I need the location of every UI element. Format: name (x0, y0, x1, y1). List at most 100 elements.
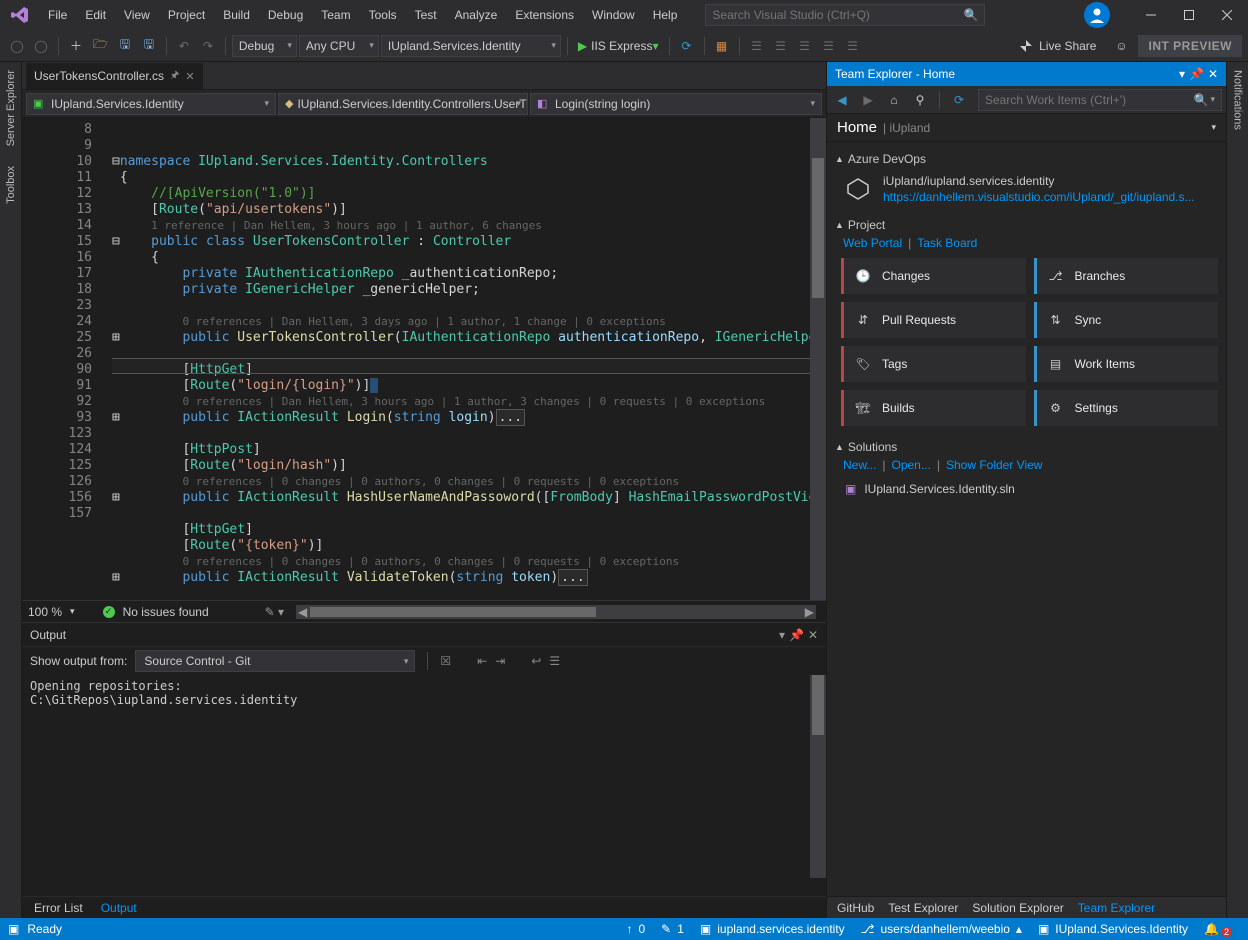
menu-view[interactable]: View (116, 4, 158, 26)
output-source-combo[interactable]: Source Control - Git (135, 650, 415, 672)
nav-class[interactable]: ◆IUpland.Services.Identity.Controllers.U… (278, 93, 528, 115)
new-item-icon[interactable]: ＋ (65, 35, 87, 57)
dropdown-icon[interactable]: ▾ (1179, 67, 1185, 81)
open-icon[interactable]: 🗁 (89, 35, 112, 57)
menu-window[interactable]: Window (584, 4, 643, 26)
menu-test[interactable]: Test (407, 4, 445, 26)
link-new[interactable]: New... (843, 458, 876, 472)
run-button[interactable]: ▶ IIS Express ▾ (574, 35, 663, 57)
close-icon[interactable]: ✕ (1208, 67, 1218, 81)
tile-tags[interactable]: 🏷Tags (841, 346, 1026, 382)
solution-item[interactable]: ▣IUpland.Services.Identity.sln (835, 478, 1218, 498)
tile-builds[interactable]: 🏗Builds (841, 390, 1026, 426)
nav-back-icon[interactable]: ◯ (6, 35, 28, 57)
forward-icon[interactable]: ▶ (857, 89, 879, 111)
tab-solution-explorer[interactable]: Solution Explorer (972, 901, 1063, 915)
repo-name[interactable]: iUpland/iupland.services.identity (883, 174, 1195, 188)
menu-debug[interactable]: Debug (260, 4, 311, 26)
save-icon[interactable]: 🖫 (114, 35, 136, 57)
section-project[interactable]: ▲Project (835, 218, 1218, 232)
redo-icon[interactable]: ↷ (197, 35, 219, 57)
te-breadcrumb[interactable]: Home | iUpland ▾ (827, 114, 1226, 142)
notifications-tab[interactable]: Notifications (1232, 70, 1244, 130)
refresh-icon[interactable]: ⟳ (948, 89, 970, 111)
outdent-icon[interactable]: ☰ (770, 35, 792, 57)
menu-help[interactable]: Help (645, 4, 686, 26)
code[interactable]: ⊟namespace IUpland.Services.Identity.Con… (112, 118, 810, 600)
pin-icon[interactable]: 📌 (789, 628, 804, 642)
link-taskboard[interactable]: Task Board (917, 236, 977, 250)
repo-url[interactable]: https://danhellem.visualstudio.com/iUpla… (883, 190, 1195, 204)
status-push[interactable]: ↑ 0 (618, 922, 653, 936)
menu-file[interactable]: File (40, 4, 75, 26)
status-notifications[interactable]: 🔔2 (1196, 921, 1240, 937)
tile-work-items[interactable]: ▤Work Items (1034, 346, 1219, 382)
section-solutions[interactable]: ▲Solutions (835, 440, 1218, 454)
liveshare-button[interactable]: Live Share (1011, 39, 1104, 53)
menu-team[interactable]: Team (313, 4, 358, 26)
config-combo[interactable]: Debug (232, 35, 297, 57)
menu-build[interactable]: Build (215, 4, 258, 26)
tab-error-list[interactable]: Error List (30, 899, 87, 917)
clear-icon[interactable]: ☒ (440, 654, 451, 668)
status-repo[interactable]: ▣ iupland.services.identity (692, 922, 853, 936)
comment-icon[interactable]: ☰ (794, 35, 816, 57)
indent-left-icon[interactable]: ⇤ (477, 654, 487, 668)
tab-test-explorer[interactable]: Test Explorer (888, 901, 958, 915)
dropdown-icon[interactable]: ▾ (779, 628, 785, 642)
toolbox-tab[interactable]: Toolbox (5, 166, 17, 204)
link-webportal[interactable]: Web Portal (843, 236, 902, 250)
status-pending[interactable]: ✎ 1 (653, 922, 692, 936)
feedback-icon[interactable]: ☺ (1110, 35, 1132, 57)
document-tab[interactable]: UserTokensController.cs 🖈 ✕ (26, 63, 203, 89)
chevron-down-icon[interactable]: ▾ (1211, 122, 1216, 133)
back-icon[interactable]: ◀ (831, 89, 853, 111)
save-all-icon[interactable]: 🖫 (138, 35, 160, 57)
global-search-input[interactable] (712, 8, 963, 22)
tile-sync[interactable]: ⇅Sync (1034, 302, 1219, 338)
tab-output[interactable]: Output (97, 899, 141, 917)
plug-icon[interactable]: ⚲ (909, 89, 931, 111)
bookmark-icon[interactable]: ☰ (842, 35, 864, 57)
maximize-button[interactable] (1172, 2, 1206, 28)
nav-project[interactable]: ▣IUpland.Services.Identity (26, 93, 276, 115)
brush-icon[interactable]: ✎ ▾ (265, 605, 284, 619)
section-azure[interactable]: ▲Azure DevOps (835, 152, 1218, 166)
minimize-button[interactable] (1134, 2, 1168, 28)
tile-branches[interactable]: ⎇Branches (1034, 258, 1219, 294)
tile-changes[interactable]: 🕒Changes (841, 258, 1026, 294)
menu-tools[interactable]: Tools (361, 4, 405, 26)
indent-icon[interactable]: ☰ (746, 35, 768, 57)
pin-icon[interactable]: 📌 (1189, 67, 1204, 81)
pin-icon[interactable]: 🖈 (170, 68, 179, 85)
tab-github[interactable]: GitHub (837, 901, 874, 915)
nav-fwd-icon[interactable]: ◯ (30, 35, 52, 57)
global-search[interactable]: 🔍 (705, 4, 985, 26)
platform-combo[interactable]: Any CPU (299, 35, 379, 57)
status-solution[interactable]: ▣ IUpland.Services.Identity (1030, 922, 1196, 936)
refresh-icon[interactable]: ⟳ (676, 35, 698, 57)
editor-scrollbar[interactable] (810, 118, 826, 600)
issues-label[interactable]: No issues found (123, 605, 209, 619)
close-tab-icon[interactable]: ✕ (185, 70, 194, 83)
output-body[interactable]: Opening repositories: C:\GitRepos\iuplan… (22, 675, 826, 896)
browser-icon[interactable]: ▦ (711, 35, 733, 57)
link-open[interactable]: Open... (891, 458, 930, 472)
tile-settings[interactable]: ⚙Settings (1034, 390, 1219, 426)
zoom-level[interactable]: 100 % (28, 605, 62, 619)
uncomment-icon[interactable]: ☰ (818, 35, 840, 57)
user-avatar[interactable] (1084, 2, 1110, 28)
te-search-input[interactable] (985, 93, 1194, 107)
server-explorer-tab[interactable]: Server Explorer (5, 70, 17, 146)
link-folderview[interactable]: Show Folder View (946, 458, 1043, 472)
nav-member[interactable]: ◧Login(string login) (530, 93, 822, 115)
menu-project[interactable]: Project (160, 4, 213, 26)
undo-icon[interactable]: ↶ (173, 35, 195, 57)
tile-pull-requests[interactable]: ⇵Pull Requests (841, 302, 1026, 338)
wrap-icon[interactable]: ↩ (531, 654, 541, 668)
startup-combo[interactable]: IUpland.Services.Identity (381, 35, 561, 57)
output-scrollbar[interactable] (810, 675, 826, 878)
menu-extensions[interactable]: Extensions (507, 4, 582, 26)
tab-team-explorer[interactable]: Team Explorer (1078, 901, 1155, 915)
home-icon[interactable]: ⌂ (883, 89, 905, 111)
